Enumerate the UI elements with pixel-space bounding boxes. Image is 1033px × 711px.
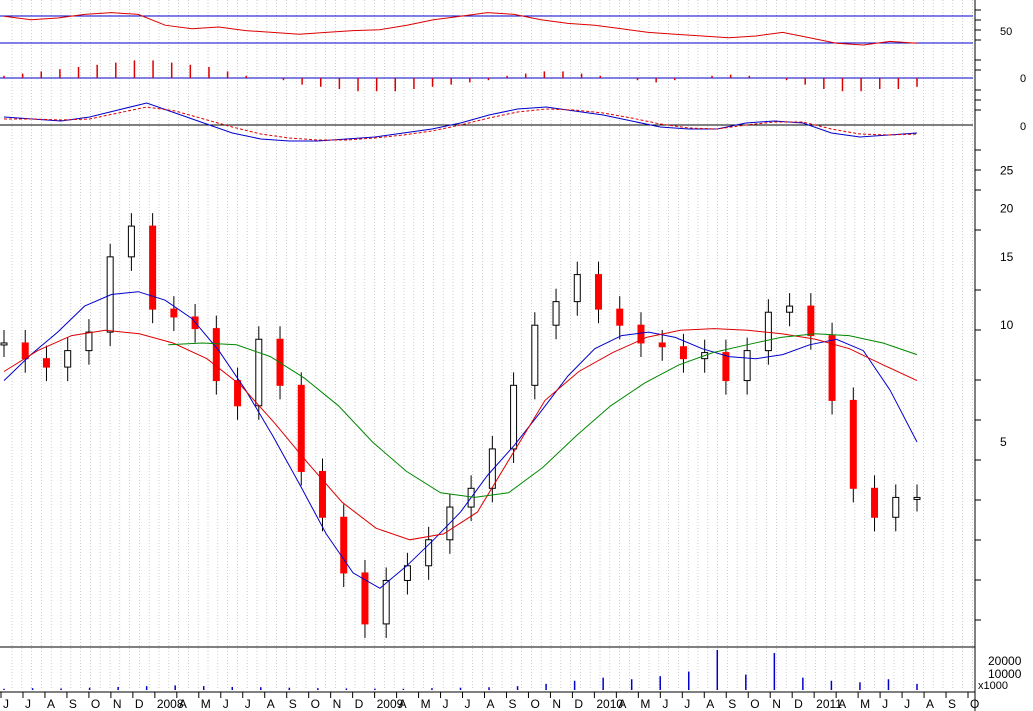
x-tick-label: A <box>179 697 187 711</box>
x-tick-label: O <box>91 697 100 711</box>
candle-body <box>212 328 220 382</box>
x-tick-label: N <box>552 697 561 711</box>
x-tick-label: D <box>135 697 144 711</box>
candle-body <box>488 448 496 489</box>
candle-body <box>807 305 815 337</box>
candle-body <box>21 342 29 360</box>
candle-body <box>552 301 560 326</box>
candle-body <box>913 496 921 500</box>
x-tick-label: S <box>948 697 956 711</box>
x-tick-label: J <box>443 697 449 711</box>
x-tick-label: A <box>399 697 407 711</box>
stock-chart: 50002520151052000010000x1000J J A S O N D 2008A… <box>0 0 1026 711</box>
candle-body <box>764 311 772 352</box>
x-tick-label: A <box>926 697 934 711</box>
candle-body <box>616 308 624 326</box>
x-tick-label: O <box>530 697 539 711</box>
x-tick-label: O <box>970 697 979 711</box>
x-tick-label: D <box>355 697 364 711</box>
x-tick-label: A <box>618 697 626 711</box>
candle-body <box>318 470 326 518</box>
candle-body <box>403 565 411 581</box>
volume-tick-label: 20000 <box>988 654 1022 668</box>
candle-body <box>85 331 93 352</box>
x-tick-label: M <box>860 697 870 711</box>
x-tick-label: A <box>47 697 55 711</box>
x-tick-label: A <box>267 697 275 711</box>
volume-unit-label: x1000 <box>978 680 1008 692</box>
x-tick-label: J <box>223 697 229 711</box>
rsi-tick-label: 50 <box>1000 26 1012 38</box>
candle-body <box>170 308 178 318</box>
x-tick-label: N <box>772 697 781 711</box>
x-tick-label: A <box>487 697 495 711</box>
candle-body <box>828 335 836 401</box>
candle-body <box>425 539 433 567</box>
candle-body <box>127 225 135 258</box>
candle-body <box>871 487 879 518</box>
x-tick-label: O <box>750 697 759 711</box>
candle-body <box>42 358 50 368</box>
x-tick-label: S <box>508 697 516 711</box>
candle-body <box>573 274 581 303</box>
x-tick-label: J <box>684 697 690 711</box>
momentum-tick-label: 0 <box>1020 73 1026 85</box>
x-tick-label: N <box>113 697 122 711</box>
moving-average-line <box>3 291 918 589</box>
x-tick-label: D <box>794 697 803 711</box>
candle-body <box>892 496 900 518</box>
candle-body <box>743 350 751 382</box>
candle-body <box>679 346 687 360</box>
candle-body <box>255 338 263 407</box>
price-tick-label: 15 <box>1000 250 1014 264</box>
x-tick-label: M <box>640 697 650 711</box>
candle-body <box>658 342 666 348</box>
candle-body <box>382 579 390 625</box>
price-tick-label: 20 <box>1000 201 1014 215</box>
price-tick-label: 25 <box>1000 164 1014 178</box>
candle-body <box>595 274 603 310</box>
candle-body <box>297 384 305 472</box>
candle-body <box>0 342 8 346</box>
x-tick-label: D <box>574 697 583 711</box>
x-tick-label: J <box>25 697 31 711</box>
x-tick-label: J <box>465 697 471 711</box>
price-tick-label: 10 <box>1000 318 1014 332</box>
x-tick-label: M <box>201 697 211 711</box>
x-tick-label: J <box>904 697 910 711</box>
candle-body <box>510 384 518 450</box>
volume-tick-label: 10000 <box>988 667 1022 681</box>
rsi-line <box>3 12 918 46</box>
candle-body <box>849 399 857 489</box>
candle-body <box>531 324 539 386</box>
macd-tick-label: 0 <box>1020 121 1026 133</box>
price-tick-label: 5 <box>1000 435 1007 449</box>
x-tick-label: S <box>69 697 77 711</box>
moving-average-line <box>3 328 918 541</box>
candle-body <box>64 350 72 368</box>
x-tick-label: A <box>706 697 714 711</box>
candle-body <box>340 516 348 574</box>
x-tick-label: S <box>289 697 297 711</box>
x-tick-label: J <box>882 697 888 711</box>
x-tick-label: M <box>421 697 431 711</box>
x-tick-label: J <box>662 697 668 711</box>
candle-body <box>786 305 794 313</box>
x-tick-label: A <box>838 697 846 711</box>
x-tick-label: O <box>311 697 320 711</box>
x-tick-label: J <box>3 697 9 711</box>
x-tick-label: S <box>728 697 736 711</box>
x-tick-label: N <box>333 697 342 711</box>
x-tick-label: J <box>245 697 251 711</box>
